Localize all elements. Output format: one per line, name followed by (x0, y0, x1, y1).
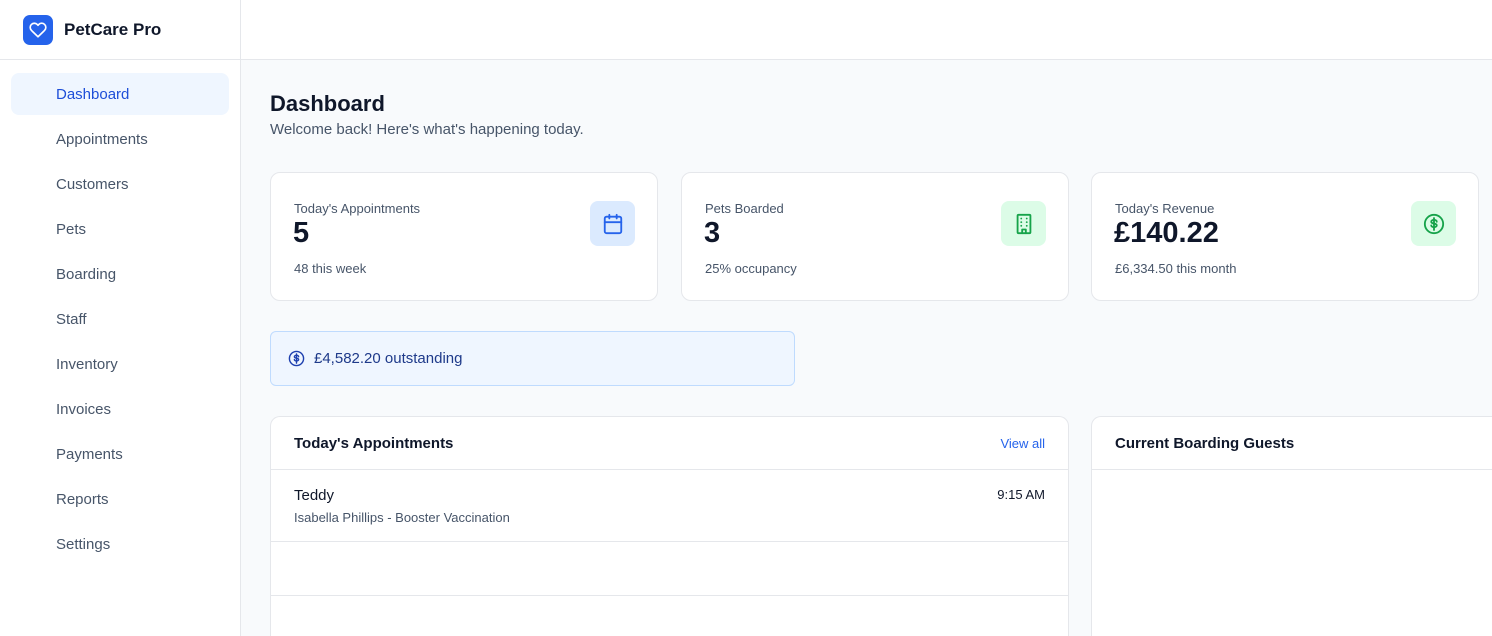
sidebar-item-customers[interactable]: Customers (11, 163, 229, 205)
appointment-description: Isabella Phillips - Booster Vaccination (294, 510, 510, 525)
panel-title: Current Boarding Guests (1115, 434, 1295, 452)
app-name: PetCare Pro (64, 19, 162, 39)
sidebar-item-dashboard[interactable]: Dashboard (11, 73, 229, 115)
brand[interactable]: PetCare Pro (0, 0, 240, 60)
appointment-time: 9:15 AM (997, 487, 1045, 502)
page-title: Dashboard (270, 91, 385, 116)
sidebar-item-appointments[interactable]: Appointments (11, 118, 229, 160)
sidebar: PetCare Pro Dashboard Appointments Custo… (0, 0, 241, 636)
sidebar-item-invoices[interactable]: Invoices (11, 388, 229, 430)
stat-label: Today's Revenue (1115, 201, 1215, 216)
heart-icon (23, 14, 53, 45)
boarding-panel: Current Boarding Guests (1091, 416, 1492, 636)
app-root: PetCare Pro Dashboard Appointments Custo… (0, 0, 1492, 636)
sidebar-item-boarding[interactable]: Boarding (11, 253, 229, 295)
dollar-circle-icon (288, 350, 305, 367)
stat-note: 48 this week (294, 261, 367, 276)
panel-header: Today's Appointments View all (271, 417, 1068, 470)
sidebar-item-inventory[interactable]: Inventory (11, 343, 229, 385)
stat-note: 25% occupancy (705, 261, 797, 276)
stat-value: 3 (704, 217, 721, 249)
panel-title: Today's Appointments (294, 434, 454, 452)
view-all-link[interactable]: View all (1000, 436, 1045, 451)
outstanding-text: £4,582.20 outstanding (314, 350, 463, 367)
dollar-circle-icon (1411, 201, 1456, 246)
page-subtitle: Welcome back! Here's what's happening to… (270, 121, 584, 138)
panel-header: Current Boarding Guests (1092, 417, 1492, 470)
stat-value: 5 (293, 217, 310, 249)
appointment-pet: Teddy (294, 487, 335, 504)
appointment-row-placeholder (271, 542, 1068, 596)
sidebar-item-payments[interactable]: Payments (11, 433, 229, 475)
sidebar-item-reports[interactable]: Reports (11, 478, 229, 520)
main-content: Dashboard Welcome back! Here's what's ha… (270, 60, 1492, 636)
stat-card-revenue: Today's Revenue £140.22 £6,334.50 this m… (1091, 172, 1479, 301)
stat-label: Pets Boarded (705, 201, 784, 216)
stat-card-appointments: Today's Appointments 5 48 this week (270, 172, 658, 301)
appointment-row[interactable]: Teddy Isabella Phillips - Booster Vaccin… (271, 470, 1068, 542)
stat-card-boarded: Pets Boarded 3 25% occupancy (681, 172, 1069, 301)
appointments-panel: Today's Appointments View all Teddy Isab… (270, 416, 1069, 636)
outstanding-banner[interactable]: £4,582.20 outstanding (270, 331, 795, 386)
stat-note: £6,334.50 this month (1115, 261, 1237, 276)
stat-value: £140.22 (1114, 217, 1219, 249)
calendar-icon (590, 201, 635, 246)
sidebar-nav: Dashboard Appointments Customers Pets Bo… (0, 60, 240, 565)
top-bar (241, 0, 1492, 60)
sidebar-item-pets[interactable]: Pets (11, 208, 229, 250)
sidebar-item-staff[interactable]: Staff (11, 298, 229, 340)
building-icon (1001, 201, 1046, 246)
sidebar-item-settings[interactable]: Settings (11, 523, 229, 565)
stat-label: Today's Appointments (294, 201, 421, 216)
